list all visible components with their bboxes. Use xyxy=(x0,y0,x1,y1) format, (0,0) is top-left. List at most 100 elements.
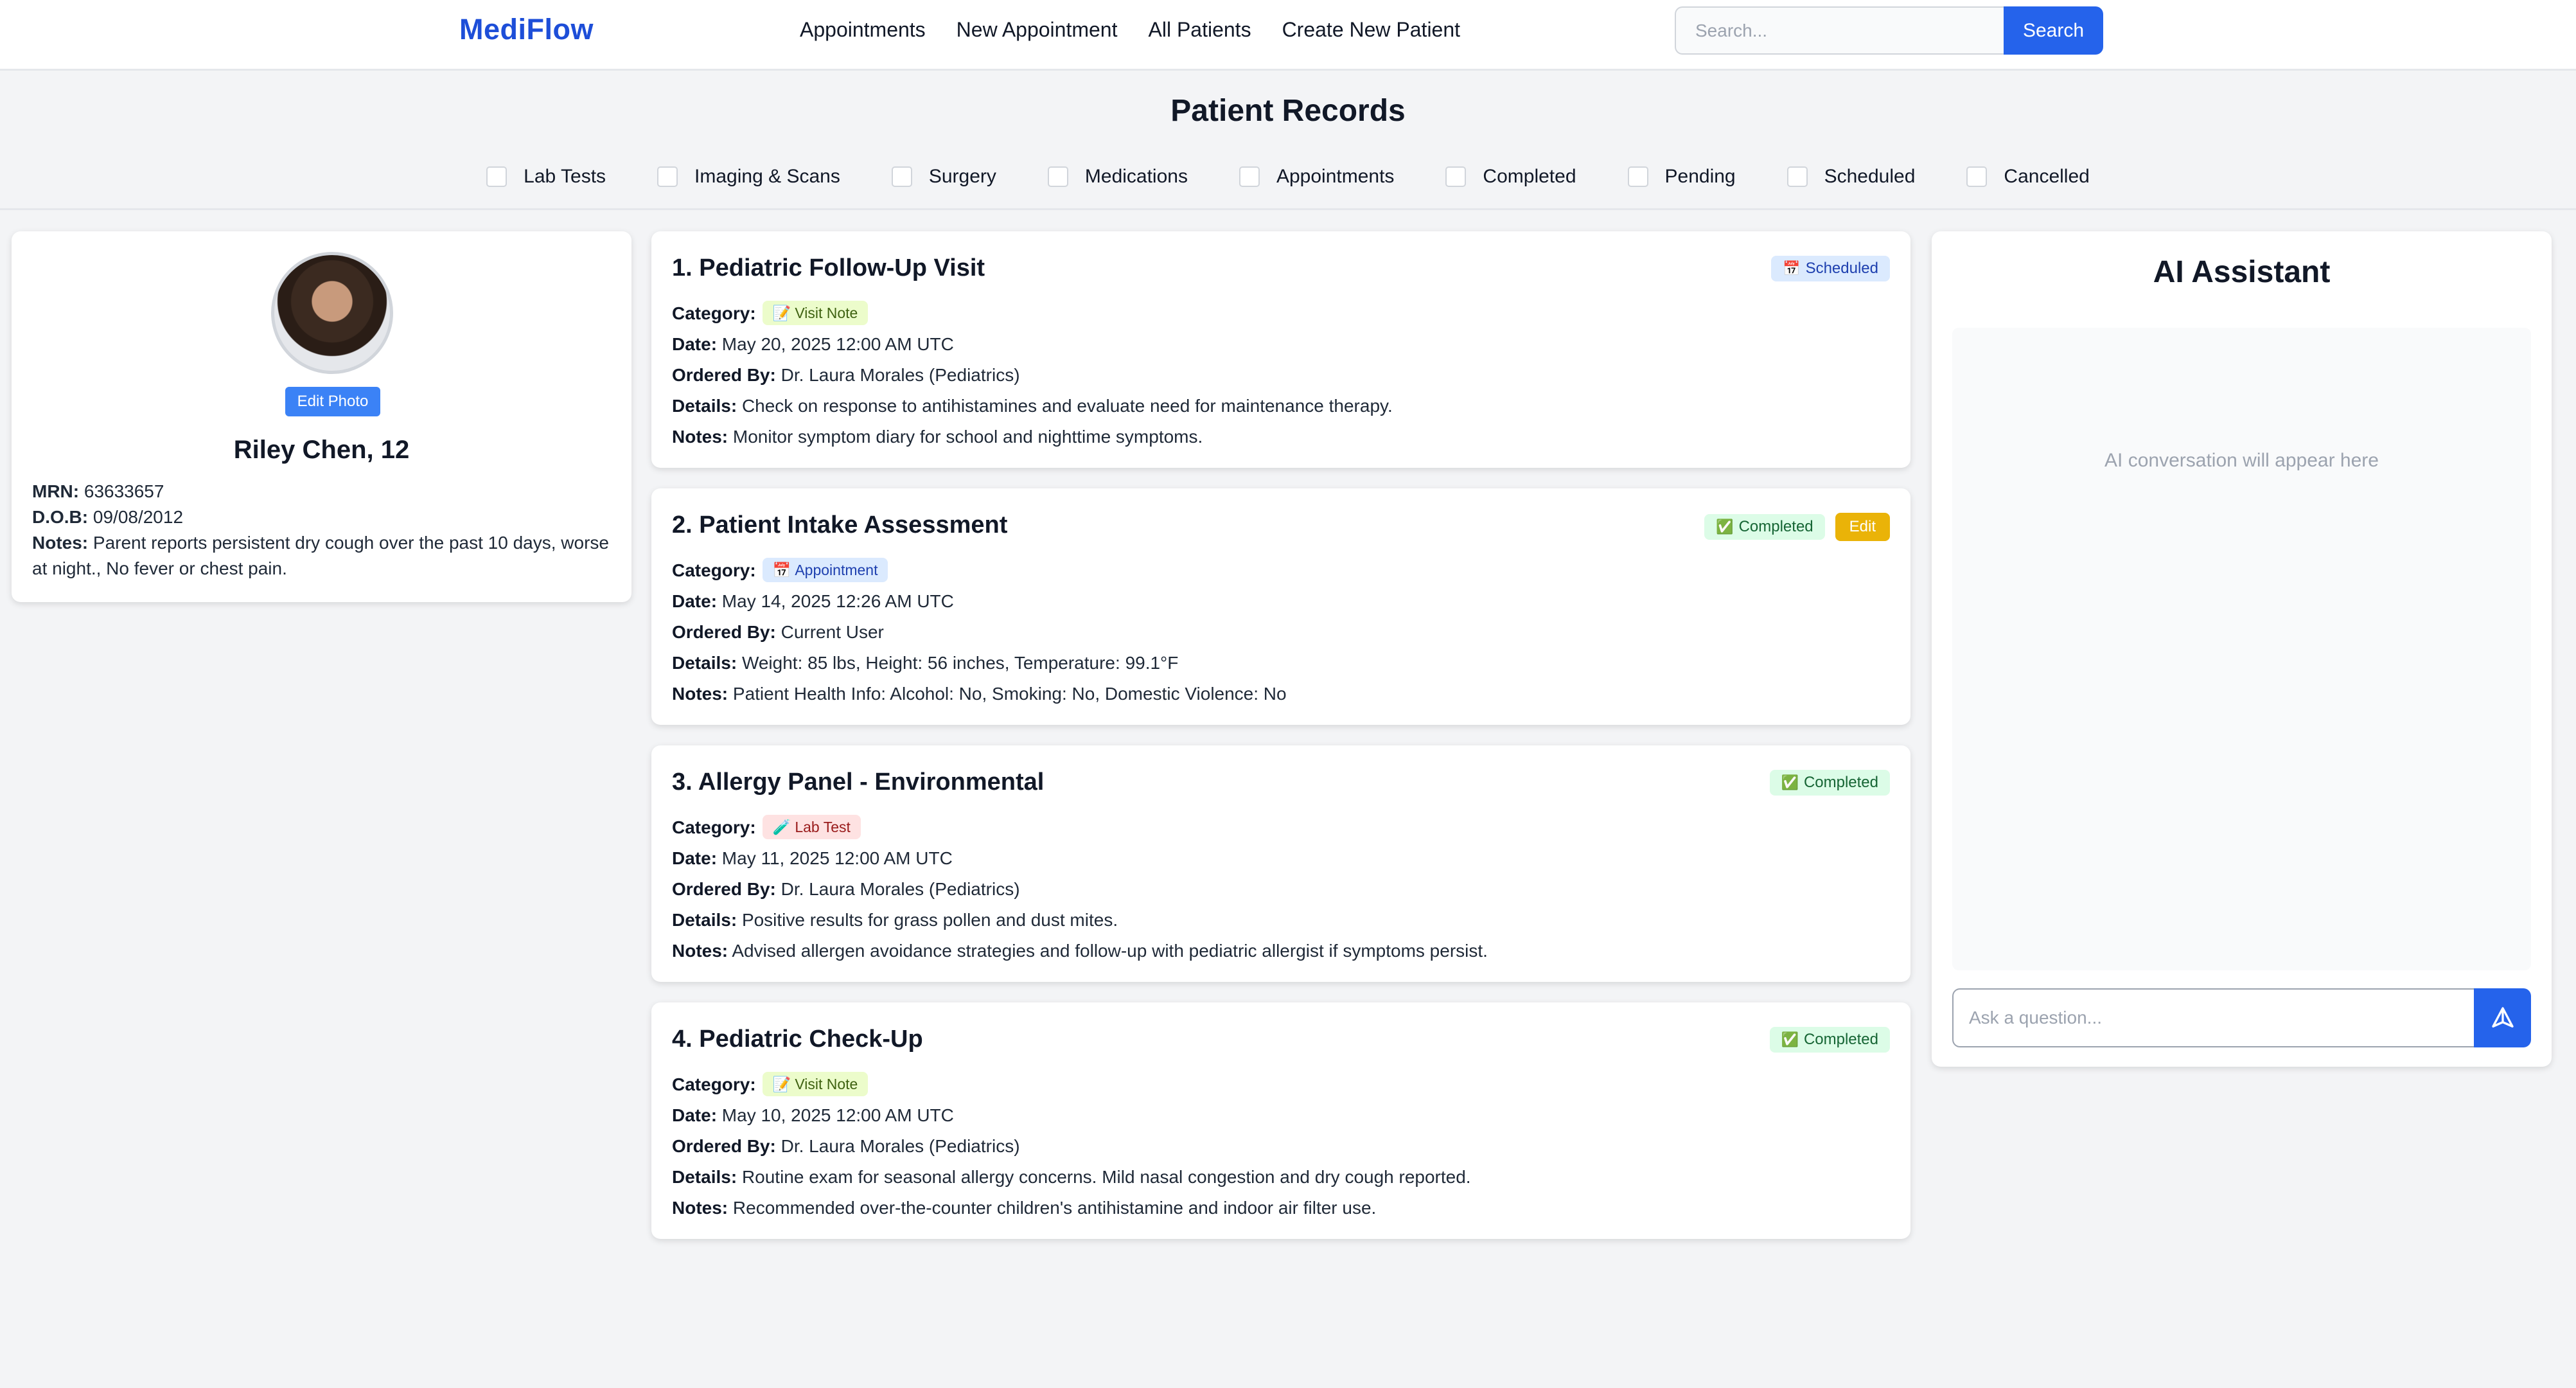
record-details: Category: 📝 Visit Note Date: May 10, 2025 … xyxy=(672,1069,1471,1223)
details-value: Routine exam for seasonal allergy concer… xyxy=(741,1167,1471,1187)
category-badge: 📅 Appointment xyxy=(762,558,888,582)
notes-label: Notes: xyxy=(672,941,728,961)
checkbox[interactable] xyxy=(1239,166,1260,187)
details-value: Positive results for grass pollen and du… xyxy=(741,910,1118,930)
status-text: Completed xyxy=(1738,518,1813,535)
ordered-by-row: Ordered By: Dr. Laura Morales (Pediatric… xyxy=(672,874,1488,905)
search-input[interactable] xyxy=(1675,6,2004,55)
status-badge: ✅ Completed xyxy=(1769,1027,1890,1053)
ordered-by-row: Ordered By: Dr. Laura Morales (Pediatric… xyxy=(672,360,1393,391)
record-title: 3. Allergy Panel - Environmental xyxy=(672,769,1045,796)
status-badge: 📅 Scheduled xyxy=(1771,256,1890,281)
filter-label: Appointments xyxy=(1276,166,1395,187)
nav-all-patients[interactable]: All Patients xyxy=(1148,18,1251,42)
status-text: Completed xyxy=(1803,1031,1878,1048)
filter-completed[interactable]: Completed xyxy=(1445,166,1576,188)
ordered-by-value: Dr. Laura Morales (Pediatrics) xyxy=(781,1136,1020,1156)
checkbox[interactable] xyxy=(1445,166,1467,187)
checkbox[interactable] xyxy=(891,166,912,187)
nav-appointments[interactable]: Appointments xyxy=(800,18,926,42)
notes-row: Notes: Advised allergen avoidance strate… xyxy=(672,936,1488,966)
record-title: 1. Pediatric Follow-Up Visit xyxy=(672,254,985,281)
filter-label: Completed xyxy=(1483,166,1576,187)
filter-cancelled[interactable]: Cancelled xyxy=(1966,166,2090,188)
brand-logo[interactable]: MediFlow xyxy=(459,13,594,46)
ordered-by-value: Dr. Laura Morales (Pediatrics) xyxy=(781,879,1020,899)
notes-label: Notes: xyxy=(672,1198,728,1218)
filter-medications[interactable]: Medications xyxy=(1047,166,1188,188)
details-row: Details: Weight: 85 lbs, Height: 56 inch… xyxy=(672,648,1287,679)
checkbox[interactable] xyxy=(1627,166,1648,187)
edit-photo-button[interactable]: Edit Photo xyxy=(285,387,380,416)
notes-value: Monitor symptom diary for school and nig… xyxy=(732,427,1203,447)
patient-name: Riley Chen, 12 xyxy=(233,436,410,464)
record-actions: ✅ Completed xyxy=(1769,770,1890,796)
date-value: May 14, 2025 12:26 AM UTC xyxy=(721,591,954,611)
checkbox[interactable] xyxy=(1047,166,1068,187)
ordered-by-row: Ordered By: Current User xyxy=(672,617,1287,648)
details-row: Details: Routine exam for seasonal aller… xyxy=(672,1162,1471,1193)
filter-scheduled[interactable]: Scheduled xyxy=(1786,166,1916,188)
date-value: May 20, 2025 12:00 AM UTC xyxy=(721,334,954,354)
category-label: Category: xyxy=(672,560,756,580)
filter-surgery[interactable]: Surgery xyxy=(891,166,996,188)
status-text: Completed xyxy=(1803,774,1878,791)
dob-row: D.O.B: 09/08/2012 xyxy=(32,504,610,530)
mrn-row: MRN: 63633657 xyxy=(32,479,610,504)
date-row: Date: May 20, 2025 12:00 AM UTC xyxy=(672,329,1393,360)
filter-label: Medications xyxy=(1084,166,1188,187)
checkbox[interactable] xyxy=(1966,166,1988,187)
notes-row: Notes: Recommended over-the-counter chil… xyxy=(672,1193,1471,1223)
date-label: Date: xyxy=(672,848,718,868)
date-value: May 11, 2025 12:00 AM UTC xyxy=(721,848,953,868)
details-value: Check on response to antihistamines and … xyxy=(741,396,1393,416)
date-row: Date: May 14, 2025 12:26 AM UTC xyxy=(672,586,1287,617)
ordered-by-label: Ordered By: xyxy=(672,365,776,385)
filter-imaging-scans[interactable]: Imaging & Scans xyxy=(657,166,840,188)
filter-label: Scheduled xyxy=(1824,166,1916,187)
notes-row: Notes: Parent reports persistent dry cou… xyxy=(32,530,610,582)
mrn-value: 63633657 xyxy=(84,481,164,501)
record-filters: Lab Tests Imaging & Scans Surgery Medica… xyxy=(0,166,2576,188)
filter-label: Lab Tests xyxy=(524,166,606,187)
category-row: Category: 📝 Visit Note xyxy=(672,298,1393,329)
checkbox[interactable] xyxy=(657,166,678,187)
checkbox[interactable] xyxy=(486,166,507,187)
edit-record-button[interactable]: Edit xyxy=(1835,513,1890,541)
category-row: Category: 📅 Appointment xyxy=(672,555,1287,586)
ordered-by-value: Dr. Laura Morales (Pediatrics) xyxy=(781,365,1020,385)
send-icon xyxy=(2491,1007,2514,1028)
notes-label: Notes: xyxy=(672,427,728,447)
details-label: Details: xyxy=(672,1167,737,1187)
details-value: Weight: 85 lbs, Height: 56 inches, Tempe… xyxy=(741,653,1179,673)
filter-lab-tests[interactable]: Lab Tests xyxy=(486,166,606,188)
notes-label: Notes: xyxy=(32,533,89,553)
avatar xyxy=(271,252,393,374)
ai-send-button[interactable] xyxy=(2474,988,2531,1047)
details-label: Details: xyxy=(672,396,737,416)
nav-new-appointment[interactable]: New Appointment xyxy=(957,18,1118,42)
category-label: Category: xyxy=(672,817,756,837)
filter-pending[interactable]: Pending xyxy=(1627,166,1736,188)
date-row: Date: May 11, 2025 12:00 AM UTC xyxy=(672,843,1488,874)
checkbox[interactable] xyxy=(1786,166,1808,187)
filter-label: Imaging & Scans xyxy=(694,166,840,187)
filter-label: Pending xyxy=(1664,166,1736,187)
ai-question-input[interactable] xyxy=(1952,988,2474,1047)
filter-appointments[interactable]: Appointments xyxy=(1239,166,1394,188)
record-title: 4. Pediatric Check-Up xyxy=(672,1026,923,1053)
nav-create-new-patient[interactable]: Create New Patient xyxy=(1282,18,1460,42)
record-actions: ✅ Completed xyxy=(1769,1027,1890,1053)
category-text: Appointment xyxy=(795,562,878,578)
search-button[interactable]: Search xyxy=(2004,6,2103,55)
date-label: Date: xyxy=(672,1105,718,1125)
notes-value: Advised allergen avoidance strategies an… xyxy=(732,941,1488,961)
date-label: Date: xyxy=(672,334,718,354)
category-badge: 🧪 Lab Test xyxy=(762,815,861,839)
category-badge: 📝 Visit Note xyxy=(762,1072,869,1096)
dob-label: D.O.B: xyxy=(32,507,89,527)
ai-conversation-placeholder: AI conversation will appear here xyxy=(2104,450,2379,471)
calendar-icon: 📅 xyxy=(772,562,791,578)
page-title: Patient Records xyxy=(1170,94,1406,128)
main-nav: Appointments New Appointment All Patient… xyxy=(800,18,1460,42)
